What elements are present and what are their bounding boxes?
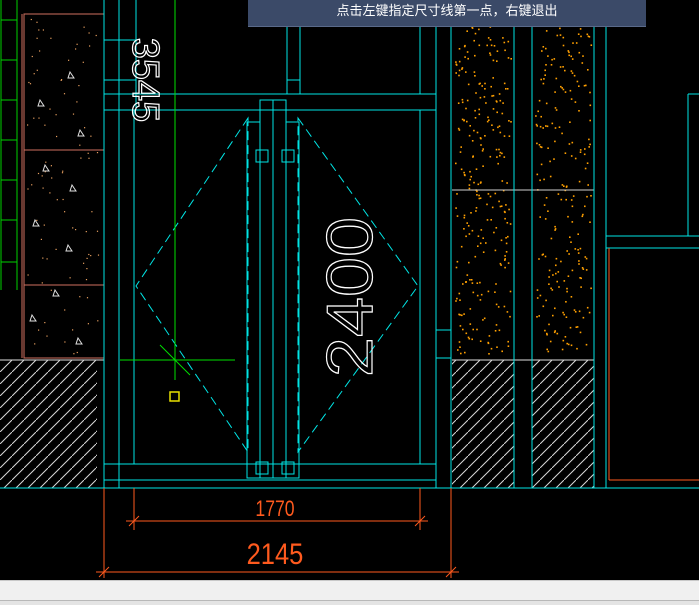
right-hatch-1: [452, 360, 514, 488]
cad-application: 1770 2145 2400 3545 点击左键指定尺寸线第一点，右键退出: [0, 0, 699, 605]
dim-text-2400: 2400: [313, 217, 386, 377]
dim-text-1770: 1770: [255, 497, 294, 521]
command-prompt-tooltip: 点击左键指定尺寸线第一点，右键退出: [248, 0, 646, 27]
dim-text-3545: 3545: [124, 38, 166, 123]
left-hatch: [0, 360, 97, 488]
dim-text-2145: 2145: [247, 537, 304, 570]
command-line[interactable]: [0, 600, 699, 605]
right-hatch-2: [532, 360, 594, 488]
drawing-canvas[interactable]: 1770 2145 2400 3545: [0, 0, 699, 580]
